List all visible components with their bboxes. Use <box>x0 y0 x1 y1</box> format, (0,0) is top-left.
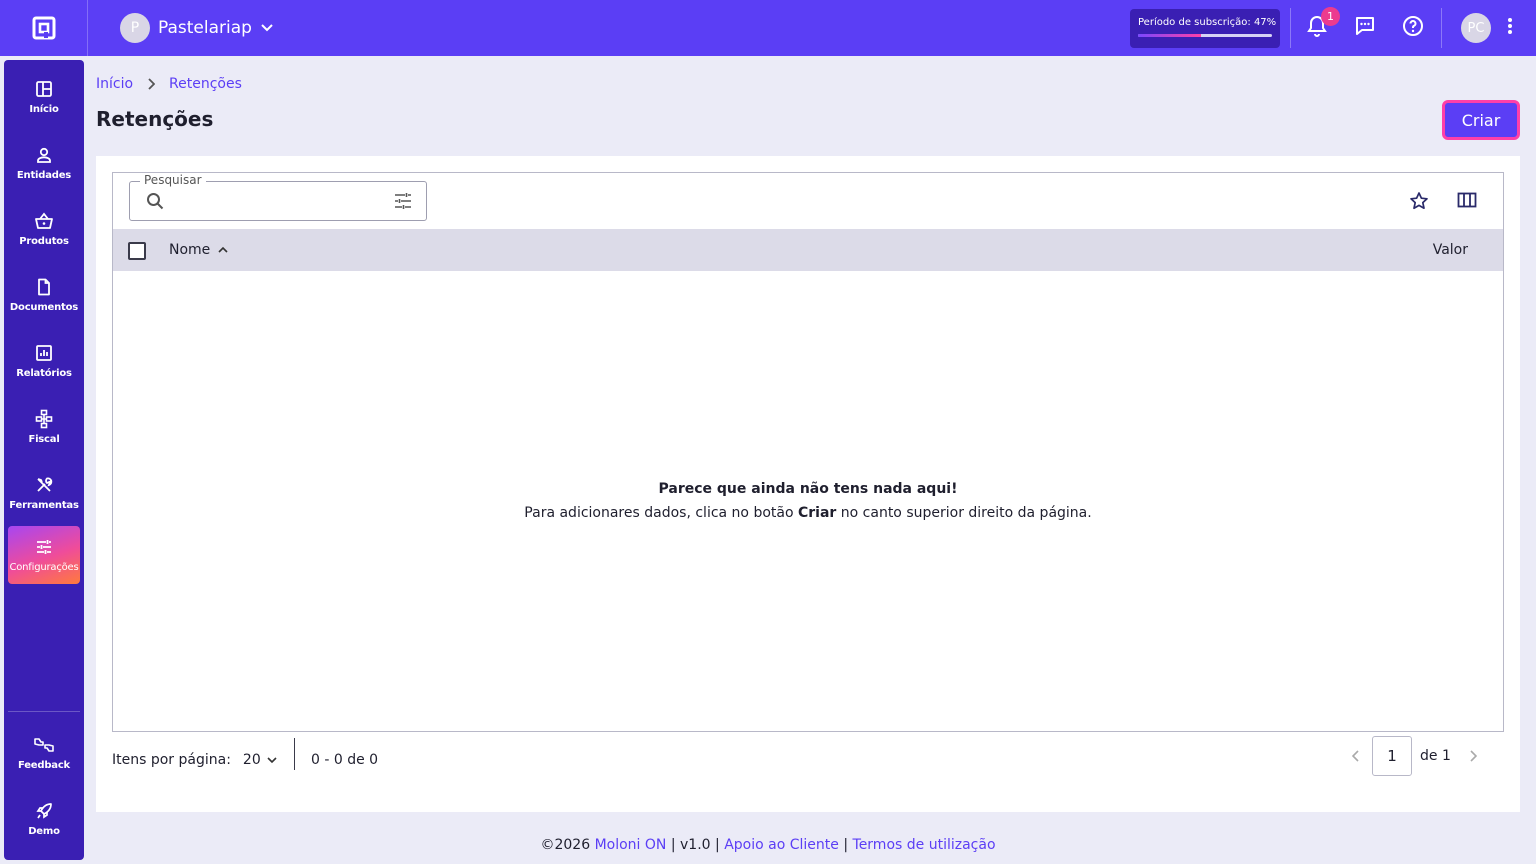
content-card: Pesquisar Nome Valor Parece que ainda nã… <box>96 156 1520 812</box>
feedback-icon <box>33 734 55 756</box>
sidebar-divider <box>8 711 80 712</box>
top-bar: P Pastelariap Período de subscrição: 47%… <box>0 0 1536 56</box>
divider <box>294 738 295 770</box>
sidebar-item-label: Documentos <box>9 302 79 313</box>
sidebar-item-label: Configurações <box>9 562 79 573</box>
items-per-page-label: Itens por página: <box>112 752 231 768</box>
help-circle-icon <box>1402 15 1424 41</box>
sidebar-item-label: Demo <box>28 826 60 837</box>
empty-text-emphasis: Criar <box>797 505 837 521</box>
previous-page-icon[interactable] <box>1352 750 1360 762</box>
chat-icon <box>1354 15 1376 41</box>
sidebar-item-label: Início <box>29 104 59 115</box>
chevron-down-icon <box>260 23 274 33</box>
sidebar-item-label: Produtos <box>19 236 69 247</box>
search-label: Pesquisar <box>140 173 206 187</box>
tools-icon <box>35 474 53 496</box>
subscription-label: Período de subscrição: 47% <box>1138 17 1277 28</box>
more-options-button[interactable] <box>1496 14 1524 42</box>
empty-text-part: Para adicionares dados, clica no botão <box>524 505 798 521</box>
divider <box>1290 8 1291 48</box>
subscription-period[interactable]: Período de subscrição: 47% <box>1130 9 1280 48</box>
settings-sliders-icon <box>35 536 53 558</box>
divider <box>1441 8 1442 48</box>
next-page-icon[interactable] <box>1469 750 1477 762</box>
dashboard-icon <box>35 78 53 100</box>
copyright: ©2026 <box>540 837 591 853</box>
footer: ©2026 Moloni ON | v1.0 | Apoio ao Client… <box>0 837 1536 853</box>
rocket-icon <box>35 800 53 822</box>
empty-state-text: Para adicionares dados, clica no botão C… <box>113 505 1503 521</box>
separator: | <box>843 837 849 853</box>
sidebar-item-label: Relatórios <box>16 368 72 379</box>
separator: | <box>670 837 676 853</box>
sidebar-item-documentos[interactable]: Documentos <box>8 266 80 324</box>
search-field[interactable]: Pesquisar <box>129 173 427 221</box>
sidebar-item-inicio[interactable]: Início <box>8 68 80 126</box>
page-total: de 1 <box>1420 748 1451 764</box>
sidebar-item-produtos[interactable]: Produtos <box>8 200 80 258</box>
page-size-value: 20 <box>242 752 261 768</box>
basket-icon <box>34 210 54 232</box>
select-all-checkbox[interactable] <box>128 242 146 260</box>
items-per-page: Itens por página: 20 <box>112 752 277 768</box>
data-table: Pesquisar Nome Valor Parece que ainda nã… <box>112 172 1504 732</box>
pagination-range: 0 - 0 de 0 <box>311 752 379 768</box>
filter-sliders-icon[interactable] <box>394 192 412 210</box>
sidebar-item-label: Fiscal <box>28 434 60 445</box>
sidebar-item-label: Entidades <box>16 170 72 181</box>
moloni-logo-icon[interactable] <box>0 0 88 56</box>
sort-ascending-icon <box>218 246 228 254</box>
sidebar-item-label: Ferramentas <box>9 500 79 511</box>
document-icon <box>36 276 52 298</box>
company-avatar: P <box>120 13 150 43</box>
column-label: Nome <box>169 242 211 258</box>
separator: | <box>715 837 720 853</box>
empty-text-part: no canto superior direito da página. <box>836 505 1092 521</box>
help-button[interactable] <box>1399 14 1427 42</box>
user-avatar[interactable]: PC <box>1461 13 1491 43</box>
table-header: Nome Valor <box>113 229 1503 271</box>
subscription-progress-bar <box>1138 34 1272 37</box>
create-button[interactable]: Criar <box>1442 100 1520 140</box>
page-number-input[interactable]: 1 <box>1372 736 1412 776</box>
notifications-button[interactable]: 1 <box>1303 7 1340 42</box>
breadcrumb-current[interactable]: Retenções <box>169 76 242 92</box>
breadcrumb: Início Retenções <box>96 76 242 92</box>
messages-button[interactable] <box>1351 14 1379 42</box>
company-selector[interactable]: P Pastelariap <box>120 13 274 43</box>
sidebar-item-relatorios[interactable]: Relatórios <box>8 332 80 390</box>
sidebar-item-feedback[interactable]: Feedback <box>8 724 80 782</box>
search-icon <box>146 192 164 210</box>
company-name: Pastelariap <box>158 18 252 38</box>
chevron-down-icon <box>267 756 277 764</box>
sidebar-item-fiscal[interactable]: Fiscal <box>8 398 80 456</box>
columns-icon[interactable] <box>1457 191 1477 209</box>
notification-badge: 1 <box>1321 7 1340 26</box>
star-icon[interactable] <box>1409 191 1429 211</box>
column-header-nome[interactable]: Nome <box>169 242 228 258</box>
empty-state-title: Parece que ainda não tens nada aqui! <box>658 481 958 497</box>
page-navigator: 1 de 1 <box>1352 736 1477 776</box>
sidebar-item-label: Feedback <box>17 760 71 771</box>
sidebar-item-entidades[interactable]: Entidades <box>8 134 80 192</box>
chevron-right-icon <box>147 78 156 90</box>
person-icon <box>35 144 53 166</box>
subscription-progress-fill <box>1138 34 1201 37</box>
report-chart-icon <box>35 342 53 364</box>
page-size-select[interactable]: 20 <box>243 752 277 768</box>
breadcrumb-home-link[interactable]: Início <box>96 76 133 92</box>
page-title: Retenções <box>96 107 214 131</box>
terms-link[interactable]: Termos de utilização <box>853 837 996 853</box>
version: v1.0 <box>680 837 711 853</box>
sidebar-item-configuracoes[interactable]: Configurações <box>8 526 80 584</box>
fiscal-hierarchy-icon <box>35 408 53 430</box>
sidebar-item-ferramentas[interactable]: Ferramentas <box>8 464 80 522</box>
brand-link[interactable]: Moloni ON <box>595 837 667 853</box>
column-header-valor[interactable]: Valor <box>1433 242 1468 258</box>
more-vertical-icon <box>1507 17 1513 39</box>
sidebar: Início Entidades Produtos Documentos Rel… <box>4 60 84 860</box>
support-link[interactable]: Apoio ao Cliente <box>724 837 839 853</box>
